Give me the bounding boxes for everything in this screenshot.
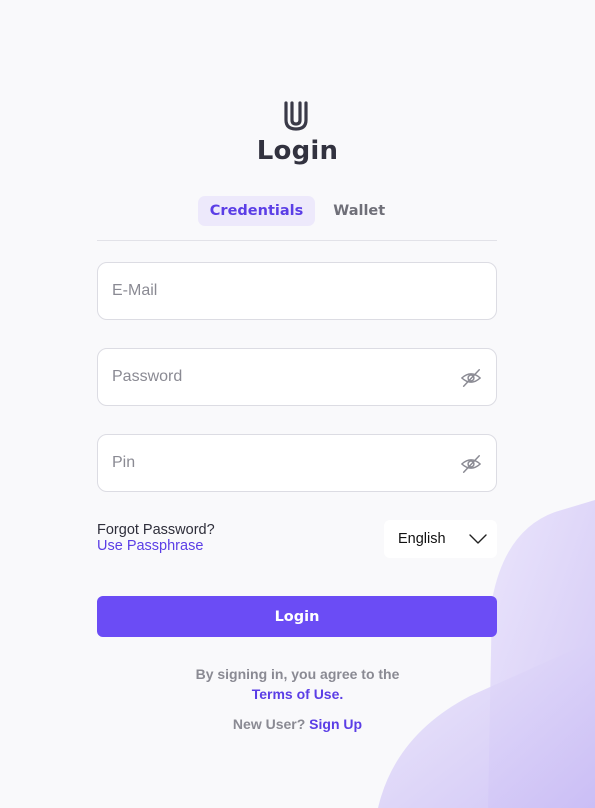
eye-off-icon[interactable]: [460, 453, 482, 475]
sign-up-link[interactable]: Sign Up: [309, 716, 362, 732]
password-field[interactable]: [112, 349, 442, 405]
language-select[interactable]: English: [384, 520, 497, 558]
terms-of-use-link-text[interactable]: Terms of Use.: [252, 686, 344, 702]
forgot-password-text: Forgot Password?: [97, 522, 215, 538]
tab-credentials[interactable]: Credentials: [197, 196, 316, 226]
chevron-down-icon: [469, 534, 487, 544]
tabs-divider: [97, 240, 497, 241]
new-user-text: New User?: [232, 716, 306, 732]
login-method-tabs: Credentials Wallet: [0, 196, 595, 226]
terms-text: By signing in, you agree to the: [195, 666, 400, 682]
page-title: Login: [256, 136, 339, 166]
terms-of-use-link: Terms of Use.: [0, 686, 595, 702]
language-selected-label: English: [398, 531, 446, 547]
u-logo-icon: [284, 101, 308, 131]
email-field-wrapper: [97, 262, 497, 320]
email-field[interactable]: [112, 263, 442, 319]
use-passphrase-link[interactable]: Use Passphrase: [97, 538, 203, 554]
login-button[interactable]: Login: [97, 596, 497, 637]
eye-off-icon[interactable]: [460, 367, 482, 389]
pin-field-wrapper: [97, 434, 497, 492]
signup-row: New User? Sign Up: [0, 716, 595, 732]
pin-field[interactable]: [112, 435, 442, 491]
tab-wallet[interactable]: Wallet: [321, 196, 397, 226]
password-field-wrapper: [97, 348, 497, 406]
